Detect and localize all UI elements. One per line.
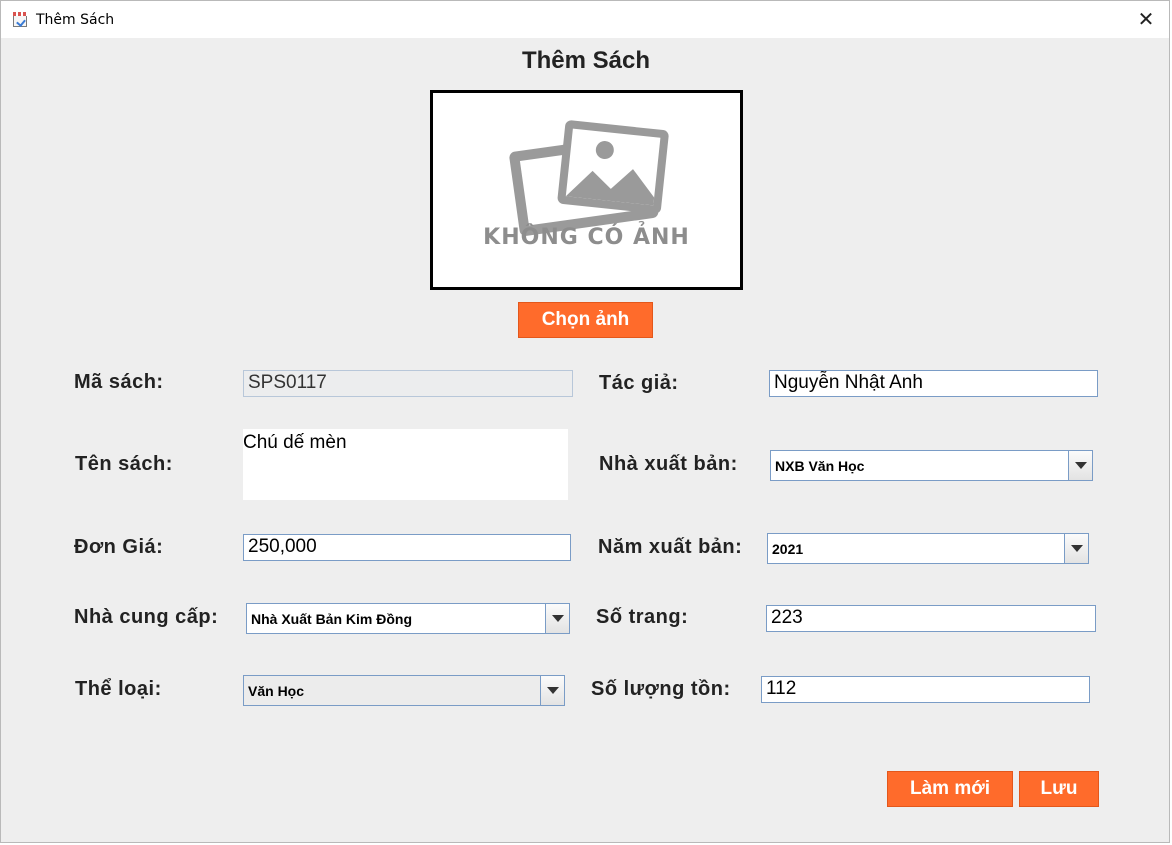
no-image-text: KHÔNG CÓ ẢNH bbox=[483, 225, 690, 250]
window-title: Thêm Sách bbox=[36, 12, 115, 28]
book-id-field: SPS0117 bbox=[243, 370, 573, 397]
supplier-select[interactable]: Nhà Xuất Bản Kim Đồng bbox=[246, 603, 570, 634]
publisher-select-value: NXB Văn Học bbox=[775, 457, 865, 474]
category-label: Thể loại: bbox=[75, 678, 162, 700]
stock-label: Số lượng tồn: bbox=[591, 678, 731, 700]
author-field[interactable]: Nguyễn Nhật Anh bbox=[769, 370, 1098, 397]
page-title: Thêm Sách bbox=[521, 47, 651, 74]
book-checklist-icon bbox=[13, 12, 27, 27]
supplier-label: Nhà cung cấp: bbox=[74, 606, 219, 628]
price-field[interactable]: 250,000 bbox=[243, 534, 571, 561]
publisher-label: Nhà xuất bản: bbox=[599, 453, 738, 475]
chevron-down-icon[interactable] bbox=[545, 604, 569, 633]
supplier-select-value: Nhà Xuất Bản Kim Đồng bbox=[251, 610, 413, 627]
publisher-select[interactable]: NXB Văn Học bbox=[770, 450, 1093, 481]
author-label: Tác giả: bbox=[599, 372, 679, 394]
chevron-down-icon[interactable] bbox=[1064, 534, 1088, 563]
category-select-value: Văn Học bbox=[248, 682, 305, 699]
pages-field[interactable]: 223 bbox=[766, 605, 1096, 632]
book-id-label: Mã sách: bbox=[74, 371, 164, 393]
year-select[interactable]: 2021 bbox=[767, 533, 1089, 564]
close-icon[interactable]: ✕ bbox=[1123, 1, 1169, 38]
category-select[interactable]: Văn Học bbox=[243, 675, 565, 706]
pages-label: Số trang: bbox=[596, 606, 689, 628]
image-placeholder-icon bbox=[509, 120, 669, 236]
book-image-preview: KHÔNG CÓ ẢNH bbox=[430, 90, 743, 290]
stock-field[interactable]: 112 bbox=[761, 676, 1090, 703]
price-label: Đơn Giá: bbox=[74, 536, 164, 558]
year-select-value: 2021 bbox=[772, 540, 804, 557]
title-bar: Thêm Sách ✕ bbox=[1, 1, 1169, 38]
chevron-down-icon[interactable] bbox=[1068, 451, 1092, 480]
book-title-field[interactable]: Chú dế mèn bbox=[243, 429, 568, 500]
choose-image-button[interactable]: Chọn ảnh bbox=[518, 302, 653, 338]
chevron-down-icon[interactable] bbox=[540, 676, 564, 705]
book-title-label: Tên sách: bbox=[75, 453, 173, 475]
reset-button[interactable]: Làm mới bbox=[887, 771, 1013, 807]
year-label: Năm xuất bản: bbox=[598, 536, 743, 558]
add-book-window: Thêm Sách ✕ Thêm Sách KHÔNG CÓ ẢNH Chọn … bbox=[0, 0, 1170, 843]
save-button[interactable]: Lưu bbox=[1019, 771, 1099, 807]
